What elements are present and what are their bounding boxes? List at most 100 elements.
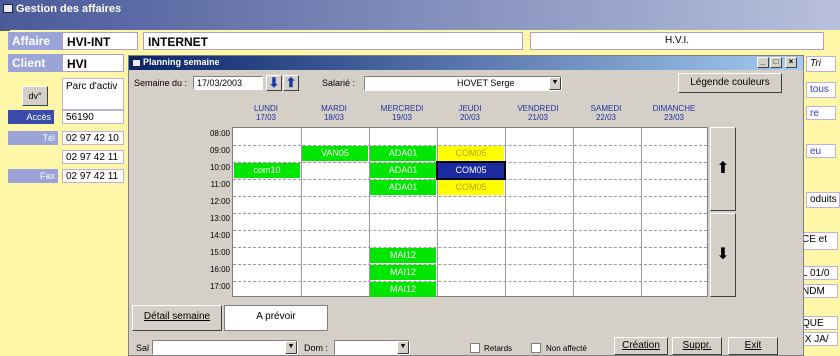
previous-week-arrow-icon[interactable]: ⬇ <box>266 75 282 91</box>
semaine-date-input[interactable]: 17/03/2003 <box>193 76 263 90</box>
day-header-vendredi: VENDREDI 21/03 <box>504 104 572 122</box>
affaire-code-field[interactable]: HVI-INT <box>62 32 138 50</box>
acces-field[interactable]: 56190 <box>62 110 124 124</box>
dialog-restore-icon[interactable]: □ <box>770 57 782 68</box>
planning-event[interactable]: ADA01 <box>370 146 436 161</box>
affaire-label: Affaire <box>8 32 62 50</box>
tab-a-prevoir[interactable]: A prévoir <box>224 305 328 331</box>
planning-event[interactable]: MAI12 <box>370 265 436 280</box>
scroll-down-arrow-icon[interactable]: ⬇ <box>710 213 736 297</box>
planning-event[interactable]: COM05 <box>438 180 504 195</box>
fax-label: Fax <box>8 169 58 183</box>
grid-row-line <box>233 196 707 197</box>
time-label: 14:00 <box>209 231 230 240</box>
dom-chevron-down-icon[interactable]: ▼ <box>397 341 409 354</box>
chevron-down-icon[interactable]: ▼ <box>549 77 561 90</box>
day-date: 17/03 <box>255 113 277 122</box>
planning-event[interactable]: MAI12 <box>370 248 436 263</box>
affaire-name-field[interactable]: INTERNET <box>143 32 523 50</box>
client-code-field[interactable]: HVI <box>62 54 124 72</box>
day-name: JEUDI <box>458 104 482 113</box>
grid-row-line <box>233 230 707 231</box>
salarie-select[interactable]: HOVET Serge ▼ <box>364 76 562 91</box>
right-item-ce: CE et <box>798 232 838 250</box>
grid-row-line <box>233 281 707 282</box>
client-label: Client <box>8 54 62 72</box>
grid-col-line <box>505 128 506 296</box>
next-week-arrow-icon[interactable]: ⬆ <box>283 75 299 91</box>
salarie-value: HOVET Serge <box>457 78 515 88</box>
day-date: 19/03 <box>391 113 413 122</box>
right-item-re[interactable]: re <box>806 106 836 120</box>
tel2-field[interactable]: 02 97 42 11 <box>62 150 124 164</box>
affaires-titlebar: Gestion des affaires <box>0 0 840 30</box>
day-header-lundi: LUNDI 17/03 <box>232 104 300 122</box>
address-button[interactable]: dv° <box>22 86 48 106</box>
right-item-que: QUE <box>798 316 838 330</box>
tous-button[interactable]: tous <box>806 82 836 98</box>
exit-button[interactable]: Exit <box>728 337 778 355</box>
produits-tab[interactable]: oduits <box>806 192 840 208</box>
dialog-close-icon[interactable]: × <box>785 57 797 68</box>
day-name: LUNDI <box>253 104 278 113</box>
time-label: 17:00 <box>209 282 230 291</box>
grid-col-line <box>641 128 642 296</box>
planning-event[interactable]: MAI12 <box>370 282 436 297</box>
day-date: 21/03 <box>527 113 549 122</box>
sal-select[interactable]: ▼ <box>152 340 298 355</box>
creation-button[interactable]: Création <box>614 337 668 355</box>
planning-grid[interactable]: com10 VAN05 ADA01 ADA01 ADA01 COM05 COM05 COM05… <box>232 127 708 297</box>
tab-detail-semaine[interactable]: Détail semaine <box>132 305 222 331</box>
tel-label: Tél <box>8 131 58 145</box>
non-affecte-checkbox[interactable] <box>531 343 541 353</box>
planning-event[interactable]: COM05 <box>438 146 504 161</box>
legende-couleurs-button[interactable]: Légende couleurs <box>678 73 782 93</box>
time-label: 12:00 <box>209 197 230 206</box>
time-label: 16:00 <box>209 265 230 274</box>
tel-field[interactable]: 02 97 42 10 <box>62 131 124 145</box>
dialog-icon <box>132 59 141 67</box>
time-label: 10:00 <box>209 163 230 172</box>
planning-titlebar: Planning semaine _ □ × <box>129 56 803 70</box>
retards-label: Retards <box>484 344 513 353</box>
day-header-samedi: SAMEDI 22/03 <box>572 104 640 122</box>
dom-label: Dom : <box>304 343 329 353</box>
planning-event[interactable]: com10 <box>234 163 300 178</box>
planning-event[interactable]: VAN05 <box>302 146 368 161</box>
right-item-ix: IX JA/ <box>798 332 838 346</box>
retards-checkbox[interactable] <box>470 343 480 353</box>
day-date: 18/03 <box>323 113 345 122</box>
day-name: VENDREDI <box>517 104 559 113</box>
salarie-label: Salarié : <box>322 78 356 88</box>
planning-event[interactable]: ADA01 <box>370 163 436 178</box>
grid-row-line <box>233 247 707 248</box>
suppr-button[interactable]: Suppr. <box>672 337 722 355</box>
planning-event[interactable]: COM05 <box>436 161 506 180</box>
day-header-dimanche: DIMANCHE 23/03 <box>640 104 708 122</box>
tri-label: Tri <box>806 56 836 72</box>
sal-chevron-down-icon[interactable]: ▼ <box>285 341 297 354</box>
day-date: 22/03 <box>595 113 617 122</box>
grid-row-line <box>233 264 707 265</box>
dom-select[interactable]: ▼ <box>334 340 410 355</box>
dialog-minimize-icon[interactable]: _ <box>757 57 769 68</box>
semaine-label: Semaine du : <box>134 78 188 88</box>
app-icon <box>3 4 13 13</box>
scroll-up-arrow-icon[interactable]: ⬆ <box>710 127 736 211</box>
fax-field[interactable]: 02 97 42 11 <box>62 169 124 183</box>
acces-label: Accès <box>8 110 54 124</box>
day-name: MARDI <box>321 104 347 113</box>
time-label: 09:00 <box>209 146 230 155</box>
time-label: 11:00 <box>210 180 230 189</box>
planning-event[interactable]: ADA01 <box>370 180 436 195</box>
right-item-ndm: NDM <box>798 284 838 298</box>
affaires-title: Gestion des affaires <box>16 3 122 15</box>
client-address-field[interactable]: Parc d'activ <box>62 78 124 110</box>
affaire-ref-field[interactable]: H.V.I. <box>530 32 824 50</box>
time-label: 13:00 <box>209 214 230 223</box>
time-label: 15:00 <box>209 248 230 257</box>
grid-row-line <box>233 213 707 214</box>
day-date: 20/03 <box>459 113 481 122</box>
day-date: 23/03 <box>663 113 685 122</box>
right-item-eu[interactable]: eu <box>806 144 836 158</box>
